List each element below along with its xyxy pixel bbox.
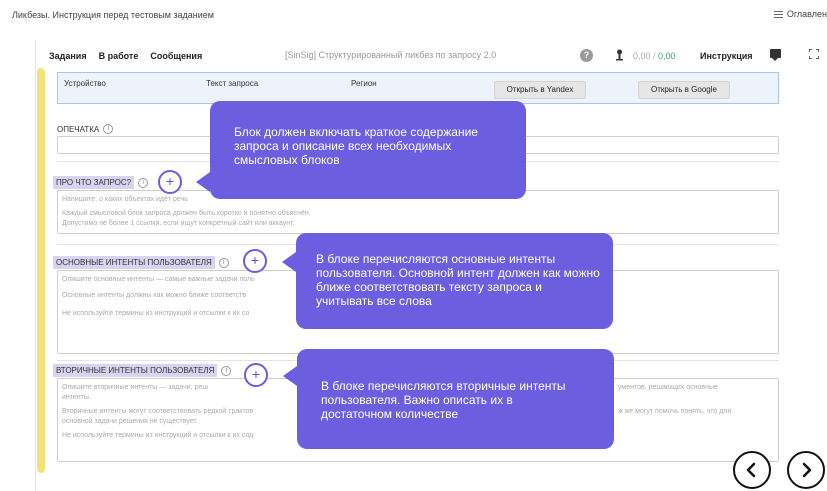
balance-separator: / bbox=[650, 51, 659, 61]
balance-value: 0,00 bbox=[633, 51, 651, 61]
main-intents-section-label: ОСНОВНЫЕ ИНТЕНТЫ ПОЛЬЗОВАТЕЛЯ i bbox=[53, 256, 229, 269]
chat-icon[interactable] bbox=[770, 49, 781, 61]
money-icon bbox=[615, 49, 624, 64]
placeholder-fragment: Вторичные интенты могут соответствовать … bbox=[62, 408, 254, 415]
hint-text: Блок должен включать краткое содержание … bbox=[234, 125, 478, 167]
tab-tasks[interactable]: Задания bbox=[49, 51, 87, 61]
device-panel: Устройство Текст запроса Регион Открыть … bbox=[57, 72, 779, 104]
top-bar: Ликбезы. Инструкция перед тестовым задан… bbox=[0, 0, 827, 30]
project-title: [SinSig] Структурированный ликбез по зап… bbox=[285, 50, 497, 60]
expand-icon[interactable] bbox=[808, 48, 820, 62]
toc-label: Оглавлен bbox=[786, 9, 827, 19]
task-toolbar: Задания В работе Сообщения [SinSig] Стру… bbox=[37, 44, 827, 68]
highlight-bar bbox=[37, 68, 45, 473]
open-google-button[interactable]: Открыть в Google bbox=[638, 81, 730, 99]
info-icon[interactable]: i bbox=[103, 124, 114, 134]
typo-label: ОПЕЧАТКА bbox=[57, 124, 100, 134]
hint-bubble-about: Блок должен включать краткое содержание … bbox=[210, 101, 526, 199]
info-icon[interactable]: i bbox=[138, 177, 149, 188]
tab-in-progress[interactable]: В работе bbox=[99, 51, 139, 61]
hint-bubble-main-intents: В блоке перечисляются основные интенты п… bbox=[296, 233, 613, 329]
hint-plus-button[interactable]: + bbox=[244, 363, 268, 387]
device-label: Устройство bbox=[64, 79, 106, 88]
info-icon[interactable]: i bbox=[221, 365, 232, 376]
hint-arrow bbox=[283, 366, 297, 386]
balance: 0,00 / 0,00 bbox=[633, 51, 676, 61]
hint-text: В блоке перечисляются основные интенты п… bbox=[316, 252, 600, 308]
chevron-right-icon bbox=[802, 462, 812, 478]
secondary-intents-section-label: ВТОРИЧНЫЕ ИНТЕНТЫ ПОЛЬЗОВАТЕЛЯ i bbox=[53, 364, 232, 377]
query-label: Текст запроса bbox=[206, 79, 259, 88]
next-button[interactable] bbox=[787, 451, 825, 489]
toc-button[interactable]: Оглавлен bbox=[773, 9, 827, 19]
list-icon bbox=[773, 10, 783, 18]
hint-text: В блоке перечисляются вторичные интенты … bbox=[321, 379, 566, 421]
about-section-label: ПРО ЧТО ЗАПРОС? i bbox=[53, 176, 149, 189]
about-label: ПРО ЧТО ЗАПРОС? bbox=[53, 176, 135, 189]
chevron-left-icon bbox=[746, 462, 756, 478]
prev-button[interactable] bbox=[733, 451, 771, 489]
balance-green: 0,00 bbox=[658, 51, 676, 61]
hint-arrow bbox=[282, 252, 296, 272]
open-yandex-button[interactable]: Открыть в Yandex bbox=[494, 81, 586, 99]
tab-messages[interactable]: Сообщения bbox=[150, 51, 202, 61]
hint-plus-button[interactable]: + bbox=[243, 249, 267, 273]
placeholder-fragment: ументов, решающих основные bbox=[618, 384, 718, 391]
hint-bubble-secondary-intents: В блоке перечисляются вторичные интенты … bbox=[297, 349, 614, 449]
placeholder-fragment: Опишите вторичные интенты — задачи, реш bbox=[62, 384, 208, 391]
placeholder-line: Допустимо не более 1 ссылки, если ищут к… bbox=[62, 220, 295, 227]
secondary-intents-label: ВТОРИЧНЫЕ ИНТЕНТЫ ПОЛЬЗОВАТЕЛЯ bbox=[53, 364, 218, 377]
hint-arrow bbox=[196, 172, 210, 192]
instruction-button[interactable]: Инструкция bbox=[700, 51, 753, 61]
page-title: Ликбезы. Инструкция перед тестовым задан… bbox=[12, 10, 214, 20]
info-icon[interactable]: i bbox=[218, 257, 229, 268]
main-intents-label: ОСНОВНЫЕ ИНТЕНТЫ ПОЛЬЗОВАТЕЛЯ bbox=[53, 256, 215, 269]
placeholder-fragment: ж же могут помочь понять, что для bbox=[618, 408, 732, 415]
hint-plus-button[interactable]: + bbox=[158, 170, 182, 194]
typo-section-label: ОПЕЧАТКА i bbox=[57, 124, 114, 134]
help-icon[interactable]: ? bbox=[580, 49, 593, 62]
placeholder-line: Каждый смысловой блок запроса должен быт… bbox=[62, 210, 311, 217]
region-label: Регион bbox=[351, 79, 377, 88]
